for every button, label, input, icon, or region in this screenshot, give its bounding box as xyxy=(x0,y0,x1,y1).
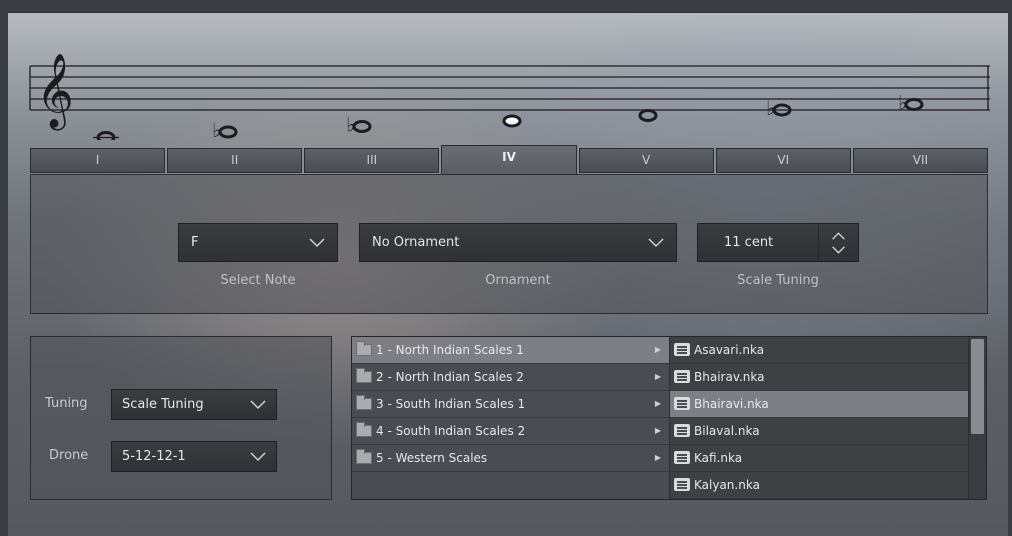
spinner-arrows-icon[interactable] xyxy=(818,224,858,261)
list-file-icon xyxy=(674,424,690,437)
staff-svg: 𝄞 ♭ ♭♭ ♭ xyxy=(29,54,990,140)
file-item[interactable]: Asavari.nka xyxy=(670,337,969,364)
note-iv xyxy=(502,114,522,128)
scale-tuning-spinbox[interactable]: 11 cent xyxy=(697,223,859,262)
chevron-down-icon xyxy=(250,400,266,410)
file-item[interactable]: Kafi.nka xyxy=(670,445,969,472)
tab-iv[interactable]: IV xyxy=(441,145,577,174)
folder-label: 5 - Western Scales xyxy=(376,451,488,465)
file-label: Bilaval.nka xyxy=(694,424,760,438)
note-head xyxy=(904,98,924,111)
file-item[interactable]: Bhairavi.nka xyxy=(670,391,969,418)
chevron-down-icon xyxy=(309,238,325,248)
list-file-icon xyxy=(674,451,690,464)
list-file-icon xyxy=(674,397,690,410)
folder-item[interactable]: 1 - North Indian Scales 1 ▶ xyxy=(352,337,669,364)
folder-label: 3 - South Indian Scales 1 xyxy=(376,397,526,411)
chevron-right-icon: ▶ xyxy=(654,426,661,435)
tab-i[interactable]: I xyxy=(30,148,166,173)
chevron-right-icon: ▶ xyxy=(654,372,661,381)
folder-icon xyxy=(356,422,372,437)
select-note-value: F xyxy=(191,235,199,250)
folder-item[interactable]: 2 - North Indian Scales 2 ▶ xyxy=(352,364,669,391)
folder-label: 1 - North Indian Scales 1 xyxy=(376,343,524,357)
note-head xyxy=(96,131,116,140)
folder-label: 2 - North Indian Scales 2 xyxy=(376,370,524,384)
scale-tuning-caption: Scale Tuning xyxy=(737,273,819,288)
folder-list: 1 - North Indian Scales 1 ▶ 2 - North In… xyxy=(352,337,669,499)
ornament-caption: Ornament xyxy=(485,273,551,288)
tab-vii[interactable]: VII xyxy=(852,148,988,173)
note-i xyxy=(93,131,119,140)
treble-clef-icon: 𝄞 xyxy=(36,54,74,131)
file-label: Kafi.nka xyxy=(694,451,743,465)
tuning-dropdown[interactable]: Scale Tuning xyxy=(111,389,277,420)
folder-icon xyxy=(356,395,372,410)
ornament-dropdown[interactable]: No Ornament xyxy=(359,223,677,262)
folder-icon xyxy=(356,449,372,464)
drone-label: Drone xyxy=(49,448,89,463)
note-iii: ♭ xyxy=(346,113,372,137)
scrollbar-thumb[interactable] xyxy=(971,339,984,434)
file-label: Kalyan.nka xyxy=(694,478,760,492)
tab-iii[interactable]: III xyxy=(304,148,440,173)
folder-icon xyxy=(356,368,372,383)
scale-browser: 1 - North Indian Scales 1 ▶ 2 - North In… xyxy=(351,336,987,500)
chevron-right-icon: ▶ xyxy=(654,399,661,408)
drone-value: 5-12-12-1 xyxy=(122,449,186,464)
folder-item[interactable]: 5 - Western Scales ▶ xyxy=(352,445,669,472)
list-file-icon xyxy=(674,478,690,491)
folder-item[interactable]: 3 - South Indian Scales 1 ▶ xyxy=(352,391,669,418)
svg-text:𝄞: 𝄞 xyxy=(36,54,74,131)
ornament-value: No Ornament xyxy=(372,235,460,250)
list-file-icon xyxy=(674,343,690,356)
drone-dropdown[interactable]: 5-12-12-1 xyxy=(111,441,277,472)
file-item[interactable]: Bilaval.nka xyxy=(670,418,969,445)
file-list: Asavari.nka Bhairav.nka Bhairavi.nka Bil… xyxy=(669,337,969,499)
folder-icon xyxy=(356,341,372,356)
note-vii: ♭ xyxy=(898,91,924,115)
file-label: Asavari.nka xyxy=(694,343,765,357)
list-file-icon xyxy=(674,370,690,383)
tab-ii[interactable]: II xyxy=(167,148,303,173)
chevron-down-icon xyxy=(250,452,266,462)
scale-staff: 𝄞 ♭ ♭ ♭ ♭ xyxy=(28,50,990,140)
folder-label: 4 - South Indian Scales 2 xyxy=(376,424,526,438)
file-item[interactable]: Kalyan.nka xyxy=(670,472,969,499)
note-settings-panel: F Select Note No Ornament Ornament 11 ce… xyxy=(30,174,988,314)
chevron-right-icon: ▶ xyxy=(654,453,661,462)
tuning-value: Scale Tuning xyxy=(122,397,204,412)
note-head xyxy=(352,120,372,133)
tuning-drone-panel: Tuning Scale Tuning Drone 5-12-12-1 xyxy=(30,336,332,500)
tuning-label: Tuning xyxy=(45,396,88,411)
file-label: Bhairavi.nka xyxy=(694,397,769,411)
degree-tabs: I II III IV V VI VII xyxy=(30,145,988,174)
select-note-caption: Select Note xyxy=(220,273,296,288)
file-item[interactable]: Bhairav.nka xyxy=(670,364,969,391)
chevron-right-icon: ▶ xyxy=(654,345,661,354)
scale-tuning-value: 11 cent xyxy=(724,235,774,250)
note-head xyxy=(638,109,658,122)
scrollbar[interactable] xyxy=(968,337,986,499)
note-v xyxy=(638,109,658,122)
note-head xyxy=(218,125,238,139)
folder-item[interactable]: 4 - South Indian Scales 2 ▶ xyxy=(352,418,669,445)
select-note-dropdown[interactable]: F xyxy=(178,223,338,262)
file-label: Bhairav.nka xyxy=(694,370,765,384)
tab-v[interactable]: V xyxy=(578,148,714,173)
note-ii: ♭ xyxy=(212,118,238,140)
tab-vi[interactable]: VI xyxy=(715,148,851,173)
note-head xyxy=(502,114,522,128)
chevron-down-icon xyxy=(648,238,664,248)
